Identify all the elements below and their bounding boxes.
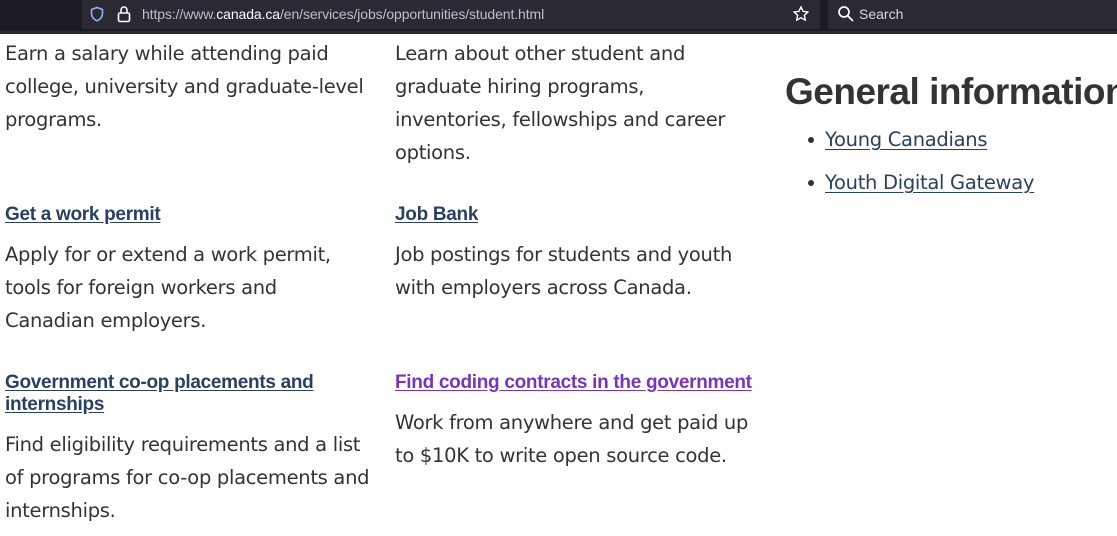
coop-internships-link[interactable]: Government co-op placements and internsh…	[5, 372, 345, 416]
get-work-permit-link[interactable]: Get a work permit	[5, 204, 365, 226]
youth-digital-gateway-link[interactable]: Youth Digital Gateway	[825, 171, 1034, 194]
url-domain: canada.ca	[216, 6, 280, 22]
job-bank-description: Job postings for students and youth with…	[395, 243, 733, 299]
column-2-intro-text: Learn about other student and graduate h…	[395, 42, 726, 164]
general-information-list: Young Canadians Youth Digital Gateway	[805, 125, 1034, 211]
coding-contracts-link[interactable]: Find coding contracts in the government	[395, 372, 775, 394]
coop-internships-description: Find eligibility requirements and a list…	[5, 433, 370, 522]
search-box[interactable]: Search	[828, 0, 1117, 29]
browser-toolbar: https://www.canada.ca/en/services/jobs/o…	[0, 0, 1117, 34]
column-1-intro-text: Earn a salary while attending paid colle…	[5, 42, 364, 131]
bullet-icon	[808, 137, 814, 143]
list-item: Young Canadians	[805, 125, 1034, 168]
get-work-permit-description: Apply for or extend a work permit, tools…	[5, 243, 331, 332]
list-item: Youth Digital Gateway	[805, 168, 1034, 211]
shield-icon[interactable]	[89, 6, 105, 22]
bullet-icon	[808, 180, 814, 186]
star-icon[interactable]	[792, 5, 810, 23]
job-bank-link[interactable]: Job Bank	[395, 204, 755, 226]
lock-icon[interactable]	[116, 5, 132, 23]
address-bar[interactable]: https://www.canada.ca/en/services/jobs/o…	[82, 0, 820, 29]
url-text[interactable]: https://www.canada.ca/en/services/jobs/o…	[142, 6, 544, 22]
coding-contracts-description: Work from anywhere and get paid up to $1…	[395, 411, 749, 467]
general-information-heading: General information	[785, 71, 1117, 112]
url-path: /en/services/jobs/opportunities/student.…	[280, 6, 545, 22]
url-prefix: https://www.	[142, 6, 217, 22]
young-canadians-link[interactable]: Young Canadians	[825, 128, 987, 151]
search-placeholder: Search	[859, 6, 904, 22]
search-icon	[838, 6, 854, 22]
